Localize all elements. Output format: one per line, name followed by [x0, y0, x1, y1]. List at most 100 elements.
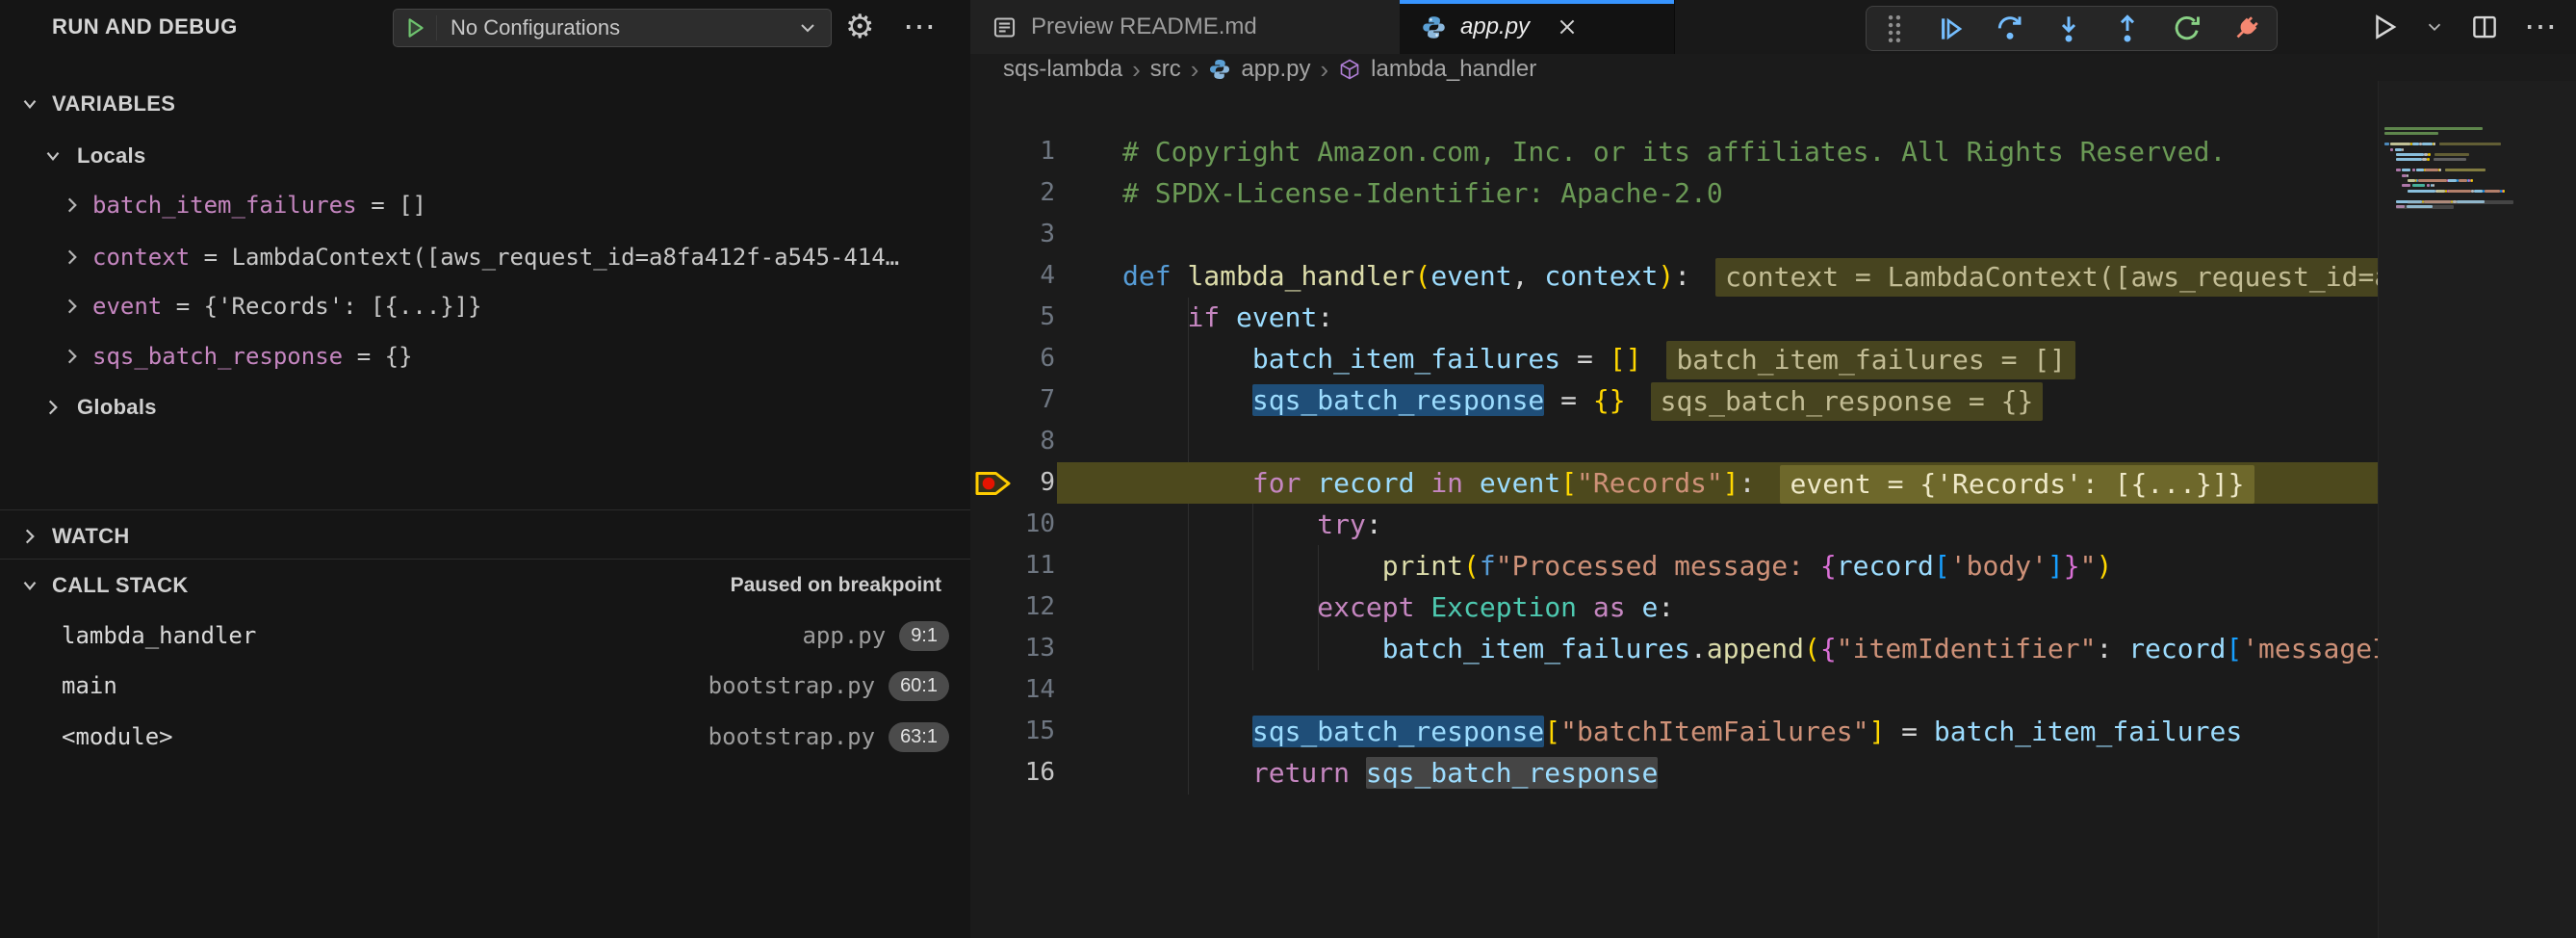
line-number[interactable]: 9 [970, 462, 1055, 504]
inline-debug-value: event = {'Records': [{...}]} [1780, 465, 2254, 504]
code-line-1[interactable]: 1 # Copyright Amazon.com, Inc. or its aff… [970, 131, 2378, 172]
chevron-right-icon [62, 296, 83, 317]
code-line-2[interactable]: 2# SPDX-License-Identifier: Apache-2.0 [970, 172, 2378, 214]
variable-value: = {'Records': [{...}]} [176, 293, 482, 320]
line-number[interactable]: 1 [970, 131, 1055, 172]
variable-row[interactable]: batch_item_failures= [] [0, 180, 970, 230]
code-line-3[interactable]: 3 [970, 214, 2378, 255]
locals-label: Locals [77, 143, 146, 169]
line-number[interactable]: 13 [970, 628, 1055, 669]
call-stack-section-header[interactable]: CALL STACK Paused on breakpoint [0, 560, 970, 611]
line-number[interactable]: 16 [970, 752, 1055, 794]
watch-section-header[interactable]: WATCH [0, 511, 970, 561]
variable-row[interactable]: event= {'Records': [{...}]} [0, 281, 970, 331]
code-line-8[interactable]: 8 [970, 421, 2378, 462]
chevron-right-icon [62, 346, 83, 367]
line-number[interactable]: 10 [970, 504, 1055, 545]
code-line-12[interactable]: 12 except Exception as e: [970, 586, 2378, 628]
code-line-15[interactable]: 15 sqs_batch_response["batchItemFailures… [970, 711, 2378, 752]
stack-frame-row[interactable]: lambda_handlerapp.py9:1 [0, 611, 970, 661]
frame-file: bootstrap.py [708, 672, 875, 699]
minimap-segment [2485, 190, 2501, 193]
code-line-7[interactable]: 7 sqs_batch_response = {}sqs_batch_respo… [970, 379, 2378, 421]
globals-label: Globals [77, 395, 157, 420]
code-editor[interactable]: 1 # Copyright Amazon.com, Inc. or its aff… [970, 0, 2576, 938]
minimap-segment [2395, 148, 2403, 151]
minimap-segment [2503, 190, 2505, 193]
configurations-dropdown[interactable]: No Configurations [393, 9, 832, 47]
section-divider [0, 509, 970, 510]
gear-icon[interactable]: ⚙ [845, 0, 874, 54]
line-number[interactable]: 7 [970, 379, 1055, 421]
run-and-debug-header: RUN AND DEBUG No Configurations ⚙ ⋯ [0, 0, 970, 54]
line-number[interactable]: 4 [970, 255, 1055, 297]
minimap-segment [2433, 184, 2434, 187]
minimap-segment [2474, 190, 2483, 193]
minimap-segment [2384, 143, 2389, 145]
locals-scope[interactable]: Locals [0, 131, 970, 181]
code-line-10[interactable]: 10 try: [970, 504, 2378, 545]
minimap-segment [2384, 132, 2438, 135]
line-number[interactable]: 5 [970, 297, 1055, 338]
chevron-down-icon [42, 145, 64, 167]
globals-scope[interactable]: Globals [0, 382, 970, 432]
minimap-segment [2422, 158, 2427, 161]
code-line-4[interactable]: 4def lambda_handler(event, context):cont… [970, 255, 2378, 297]
minimap-hint-segment [2445, 169, 2486, 171]
code-text: # Copyright Amazon.com, Inc. or its affi… [1122, 131, 2226, 172]
frame-file: app.py [802, 622, 886, 649]
frame-function: main [62, 672, 117, 699]
chevron-right-icon [62, 195, 83, 216]
minimap-segment [2416, 169, 2424, 171]
minimap-segment [2427, 158, 2430, 161]
line-number[interactable]: 2 [970, 172, 1055, 214]
call-stack-label: CALL STACK [52, 573, 189, 598]
frame-position-badge: 60:1 [889, 671, 949, 701]
variables-label: VARIABLES [52, 91, 175, 117]
minimap-segment [2439, 169, 2441, 171]
line-number[interactable]: 14 [970, 669, 1055, 711]
chevron-right-icon [19, 526, 40, 547]
line-number[interactable]: 3 [970, 214, 1055, 255]
variable-row[interactable]: context= LambdaContext([aws_request_id=a… [0, 232, 970, 282]
line-number[interactable]: 12 [970, 586, 1055, 628]
minimap[interactable] [2378, 81, 2576, 938]
code-line-13[interactable]: 13 batch_item_failures.append({"itemIden… [970, 628, 2378, 669]
stack-frame-row[interactable]: main bootstrap.py 60:1 [0, 661, 970, 711]
minimap-selection-segment [2396, 205, 2454, 209]
minimap-segment [2402, 184, 2410, 187]
variables-section-header[interactable]: VARIABLES [0, 79, 970, 129]
minimap-segment [2418, 179, 2447, 182]
minimap-segment [2412, 184, 2426, 187]
line-number[interactable]: 6 [970, 338, 1055, 379]
code-line-9[interactable]: 9 for record in event["Records"]:event =… [970, 462, 2378, 504]
code-line-11[interactable]: 11 print(f"Processed message: {record['b… [970, 545, 2378, 586]
line-number[interactable]: 11 [970, 545, 1055, 586]
code-line-5[interactable]: 5 if event: [970, 297, 2378, 338]
chevron-down-icon [19, 93, 40, 115]
minimap-segment [2396, 158, 2422, 161]
minimap-selection-segment [2408, 200, 2513, 204]
code-line-6[interactable]: 6 batch_item_failures = []batch_item_fai… [970, 338, 2378, 379]
code-line-16[interactable]: 16 return sqs_batch_response [970, 752, 2378, 794]
code-text: sqs_batch_response = {}sqs_batch_respons… [1122, 379, 2043, 421]
minimap-hint-segment [2439, 143, 2502, 145]
variable-row[interactable]: sqs_batch_response= {} [0, 331, 970, 381]
minimap-segment [2384, 127, 2483, 130]
minimap-segment [2412, 143, 2420, 145]
frame-function: <module> [62, 723, 173, 750]
frame-file: bootstrap.py [708, 723, 875, 750]
code-line-14[interactable]: 14 [970, 669, 2378, 711]
start-debug-icon[interactable] [394, 15, 437, 40]
code-text: batch_item_failures.append({"itemIdentif… [1122, 628, 2378, 669]
stack-frame-row[interactable]: <module>bootstrap.py63:1 [0, 712, 970, 762]
minimap-segment [2448, 179, 2457, 182]
minimap-segment [2425, 169, 2438, 171]
chevron-down-icon [19, 575, 40, 596]
editor-group: Preview README.md app.py [970, 0, 2576, 938]
line-number[interactable]: 8 [970, 421, 1055, 462]
line-number[interactable]: 15 [970, 711, 1055, 752]
chevron-right-icon [62, 247, 83, 268]
more-actions-icon[interactable]: ⋯ [903, 0, 936, 54]
minimap-segment [2408, 179, 2415, 182]
